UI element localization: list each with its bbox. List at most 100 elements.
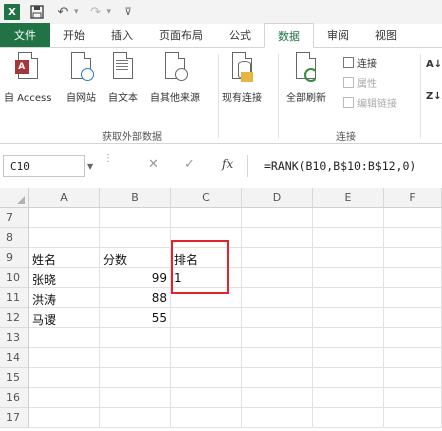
sort-ascending-icon[interactable]: A↓Z [426,60,442,70]
tab-data[interactable]: 数据 [264,23,314,48]
cell-a12[interactable]: 马谡 [29,308,100,328]
from-web-button[interactable]: 自网站 [66,52,96,104]
row-header[interactable]: 8 [0,228,29,248]
from-access-button[interactable]: A 自 Access [4,52,51,104]
cell-f10[interactable] [384,268,442,288]
cell-a13[interactable] [29,328,100,348]
cell-d15[interactable] [242,368,313,388]
tab-formulas[interactable]: 公式 [216,23,264,47]
cell-d16[interactable] [242,388,313,408]
cell-a10[interactable]: 张晓 [29,268,100,288]
cell-e9[interactable] [313,248,384,268]
row-header[interactable]: 16 [0,388,29,408]
cell-a7[interactable] [29,208,100,228]
from-other-sources-button[interactable]: 自其他来源 [150,52,200,104]
cell-b7[interactable] [100,208,171,228]
column-header-c[interactable]: C [171,188,242,208]
cell-c14[interactable] [171,348,242,368]
cell-b10[interactable]: 99 [100,268,171,288]
cell-d8[interactable] [242,228,313,248]
row-header[interactable]: 12 [0,308,29,328]
cell-d11[interactable] [242,288,313,308]
from-text-button[interactable]: 自文本 [108,52,138,104]
existing-connections-button[interactable]: 现有连接 [222,52,262,104]
cell-f11[interactable] [384,288,442,308]
cell-b17[interactable] [100,408,171,428]
cell-d14[interactable] [242,348,313,368]
cell-a17[interactable] [29,408,100,428]
cell-c12[interactable] [171,308,242,328]
edit-links-button[interactable]: 编辑链接 [343,94,397,111]
cell-a11[interactable]: 洪涛 [29,288,100,308]
cell-b12[interactable]: 55 [100,308,171,328]
cell-f13[interactable] [384,328,442,348]
row-header[interactable]: 9 [0,248,29,268]
undo-dropdown-icon[interactable]: ▾ [74,7,79,17]
cell-e7[interactable] [313,208,384,228]
cell-b8[interactable] [100,228,171,248]
select-all-button[interactable] [0,188,29,208]
formula-bar-resize-handle[interactable]: ⋮ [103,154,113,164]
cell-e13[interactable] [313,328,384,348]
cell-e14[interactable] [313,348,384,368]
column-header-d[interactable]: D [242,188,313,208]
cell-f16[interactable] [384,388,442,408]
cell-f7[interactable] [384,208,442,228]
row-header[interactable]: 15 [0,368,29,388]
cell-e15[interactable] [313,368,384,388]
name-box[interactable]: C10 [3,155,85,177]
cell-f9[interactable] [384,248,442,268]
name-box-dropdown-icon[interactable]: ▼ [87,162,93,171]
cell-b9[interactable]: 分数 [100,248,171,268]
cell-d13[interactable] [242,328,313,348]
cell-e12[interactable] [313,308,384,328]
row-header[interactable]: 11 [0,288,29,308]
refresh-all-button[interactable]: 全部刷新 [286,52,326,104]
cell-b16[interactable] [100,388,171,408]
cell-d9[interactable] [242,248,313,268]
cell-e10[interactable] [313,268,384,288]
tab-review[interactable]: 审阅 [314,23,362,47]
cell-d7[interactable] [242,208,313,228]
column-header-e[interactable]: E [313,188,384,208]
customize-quick-access-icon[interactable]: ⊽ [119,3,137,21]
connections-button[interactable]: 连接 [343,54,377,71]
formula-input[interactable]: =RANK(B10,B$10:B$12,0) [247,155,442,177]
row-header[interactable]: 7 [0,208,29,228]
row-header[interactable]: 13 [0,328,29,348]
tab-insert[interactable]: 插入 [98,23,146,47]
cell-f8[interactable] [384,228,442,248]
cell-a8[interactable] [29,228,100,248]
cell-e8[interactable] [313,228,384,248]
tab-home[interactable]: 开始 [50,23,98,47]
tab-view[interactable]: 视图 [362,23,410,47]
row-header[interactable]: 17 [0,408,29,428]
cell-a16[interactable] [29,388,100,408]
cancel-icon[interactable]: ✕ [148,157,159,172]
cell-f12[interactable] [384,308,442,328]
tab-file[interactable]: 文件 [0,23,50,47]
cell-c17[interactable] [171,408,242,428]
cell-e16[interactable] [313,388,384,408]
column-header-b[interactable]: B [100,188,171,208]
cell-d17[interactable] [242,408,313,428]
undo-icon[interactable]: ↶ [54,3,72,21]
cell-b15[interactable] [100,368,171,388]
row-header[interactable]: 14 [0,348,29,368]
sort-descending-icon[interactable]: Z↓A [426,92,442,102]
column-header-f[interactable]: F [384,188,442,208]
cell-f17[interactable] [384,408,442,428]
cell-f14[interactable] [384,348,442,368]
save-icon[interactable] [28,3,46,21]
cell-e17[interactable] [313,408,384,428]
cell-d12[interactable] [242,308,313,328]
cell-d10[interactable] [242,268,313,288]
cell-a14[interactable] [29,348,100,368]
properties-button[interactable]: 属性 [343,74,377,91]
tab-page-layout[interactable]: 页面布局 [146,23,216,47]
cell-c15[interactable] [171,368,242,388]
column-header-a[interactable]: A [29,188,100,208]
row-header[interactable]: 10 [0,268,29,288]
cell-a15[interactable] [29,368,100,388]
cell-c13[interactable] [171,328,242,348]
